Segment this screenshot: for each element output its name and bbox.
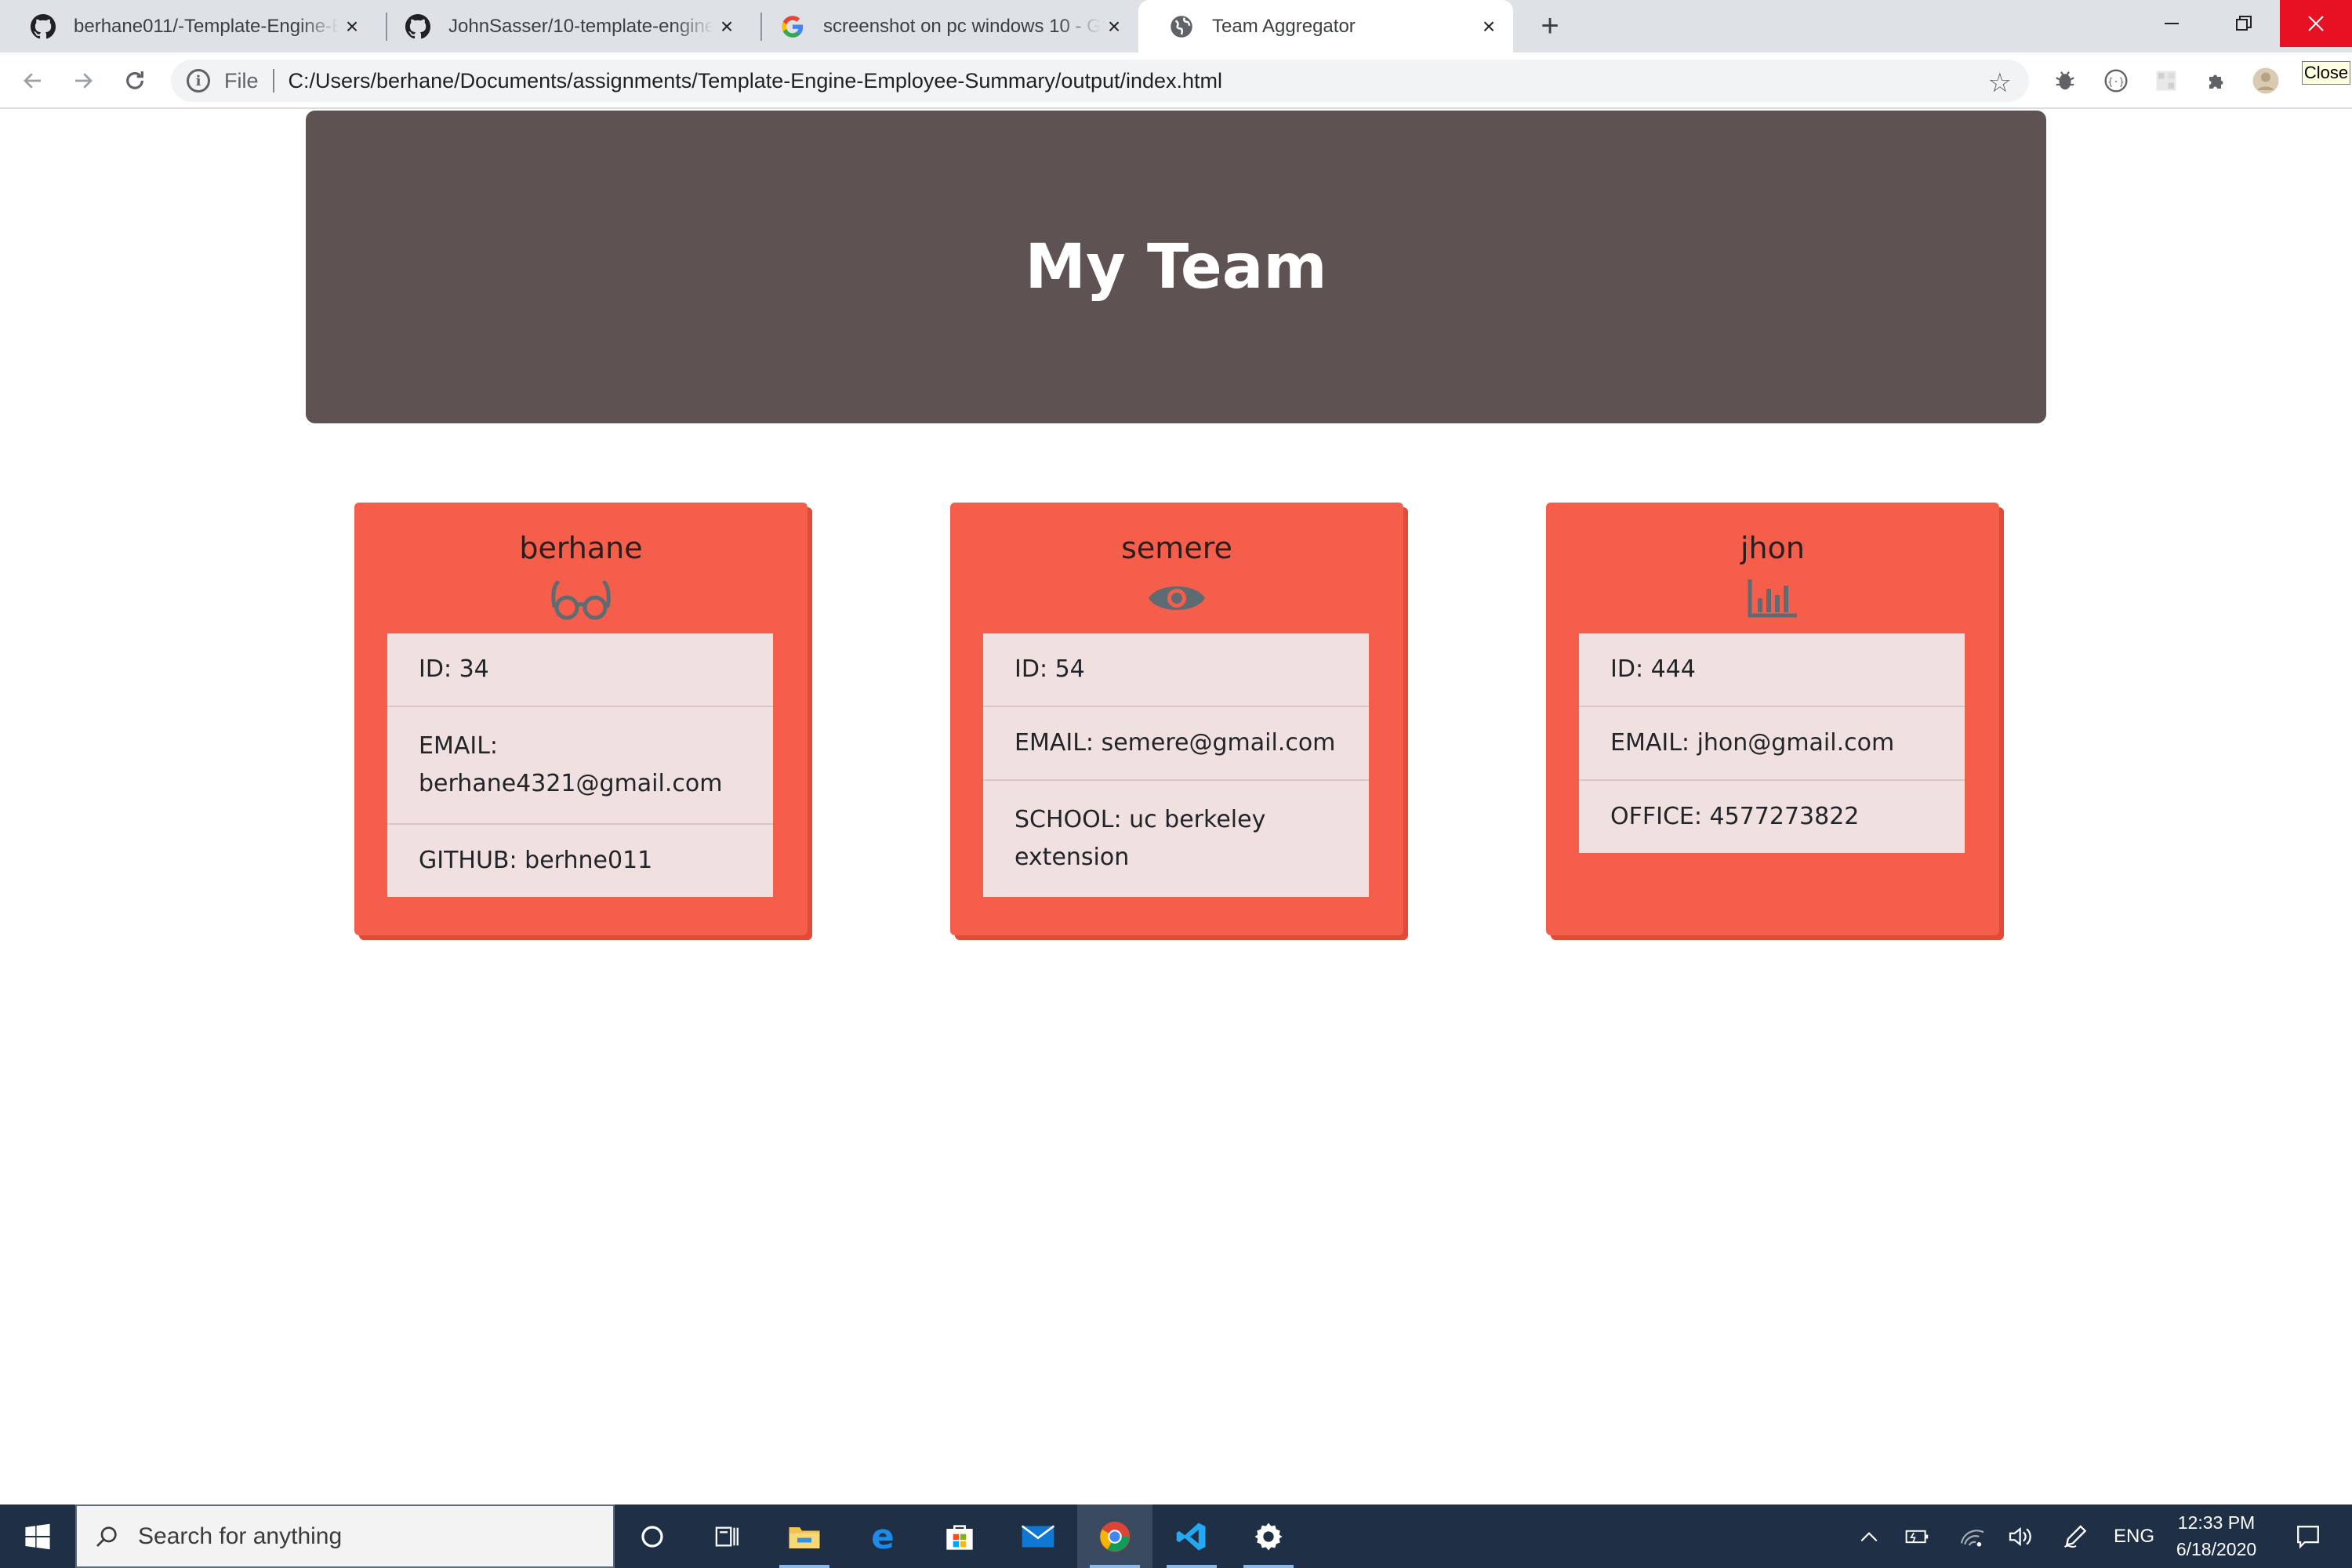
store-icon[interactable] — [922, 1504, 997, 1568]
close-tab-icon[interactable]: × — [713, 13, 740, 40]
tab-4[interactable]: Team Aggregator × — [1138, 0, 1513, 53]
extensions-puzzle-icon[interactable] — [2203, 67, 2231, 95]
tab-title: JohnSasser/10-template-engine — [448, 15, 713, 37]
id-row: ID: 54 — [983, 633, 1369, 707]
start-button[interactable] — [0, 1504, 75, 1568]
vscode-icon[interactable] — [1154, 1504, 1229, 1568]
code-extension-icon[interactable]: {·} — [2102, 67, 2130, 95]
restore-icon — [2236, 16, 2252, 31]
reload-icon — [126, 71, 143, 89]
office-row: OFFICE: 4577273822 — [1610, 803, 1860, 830]
page-title: My Team — [1025, 231, 1327, 303]
employee-card: berhane ID: 34 EMAIL: berhane4321@gmail.… — [354, 503, 808, 935]
search-placeholder: Search for anything — [138, 1523, 343, 1549]
back-button[interactable] — [16, 64, 50, 98]
minimize-icon — [2165, 23, 2179, 24]
glasses-icon — [550, 575, 612, 622]
file-explorer-icon[interactable] — [767, 1504, 842, 1568]
forward-arrow-icon — [75, 73, 93, 89]
scheme-label: File — [224, 68, 259, 93]
action-center-icon[interactable] — [2280, 1504, 2336, 1568]
email-row: EMAIL: berhane4321@gmail.com — [387, 707, 773, 825]
mail-icon[interactable] — [1000, 1504, 1076, 1568]
chevron-up-icon — [1860, 1531, 1878, 1541]
minimize-button[interactable] — [2136, 0, 2208, 47]
forward-button[interactable] — [66, 64, 100, 98]
bookmark-star-icon[interactable]: ☆ — [1988, 67, 2012, 99]
tab-title: berhane011/-Template-Engine-E — [74, 15, 339, 37]
header-banner: My Team — [306, 111, 2046, 423]
tab-2[interactable]: JohnSasser/10-template-engine × — [375, 0, 751, 53]
details-list: ID: 444 EMAIL: jhon@gmail.com OFFICE: 45… — [1579, 633, 1965, 853]
close-icon — [2308, 16, 2324, 31]
show-hidden-icons[interactable] — [1850, 1504, 1888, 1568]
github-icon — [405, 13, 431, 40]
id-row: ID: 34 — [387, 633, 773, 707]
email-row: EMAIL: jhon@gmail.com — [1579, 707, 1965, 781]
google-icon — [779, 13, 806, 40]
back-arrow-icon — [24, 73, 41, 89]
tab-1[interactable]: berhane011/-Template-Engine-E × — [0, 0, 376, 53]
browser-toolbar: i File C:/Users/berhane/Documents/assign… — [0, 53, 2352, 109]
volume-icon[interactable] — [2001, 1504, 2042, 1568]
site-info-icon[interactable]: i — [187, 69, 210, 93]
url-text[interactable]: C:/Users/berhane/Documents/assignments/T… — [289, 69, 1223, 93]
tab-title: screenshot on pc windows 10 - G — [823, 15, 1101, 37]
restore-button[interactable] — [2208, 0, 2280, 47]
clock[interactable]: 12:33 PM 6/18/2020 — [2158, 1509, 2275, 1563]
employee-name: jhon — [1740, 531, 1805, 565]
id-row: ID: 444 — [1579, 633, 1965, 707]
close-tab-icon[interactable]: × — [339, 13, 365, 40]
edge-icon[interactable]: e — [845, 1504, 920, 1568]
windows-logo-icon — [25, 1523, 50, 1549]
employee-card: jhon ID: 444 EMAIL: jhon@gmail.com OFFIC… — [1546, 503, 1999, 935]
github-icon — [30, 13, 56, 40]
windows-taskbar: Search for anything e ENG 12:33 PM 6/18/… — [0, 1504, 2352, 1568]
tooltip: Close — [2302, 61, 2350, 85]
wifi-icon[interactable] — [1952, 1504, 1993, 1568]
details-list: ID: 54 EMAIL: semere@gmail.com SCHOOL: u… — [983, 633, 1369, 897]
omnibox-divider — [272, 69, 274, 93]
github-row: GITHUB: berhne011 — [419, 847, 653, 874]
bug-extension-icon[interactable] — [2051, 67, 2079, 95]
globe-icon — [1168, 13, 1195, 40]
language-indicator[interactable]: ENG — [2106, 1504, 2162, 1568]
email-row: EMAIL: semere@gmail.com — [983, 707, 1369, 781]
profile-avatar[interactable] — [2252, 67, 2280, 95]
grid-extension-icon[interactable] — [2152, 67, 2180, 95]
tab-title: Team Aggregator — [1212, 15, 1356, 37]
window-close-button[interactable] — [2280, 0, 2352, 47]
close-tab-icon[interactable]: × — [1101, 13, 1127, 40]
employee-card: semere ID: 54 EMAIL: semere@gmail.com SC… — [950, 503, 1403, 935]
clock-date: 6/18/2020 — [2176, 1539, 2257, 1559]
taskbar-search[interactable]: Search for anything — [75, 1504, 615, 1568]
employee-name: semere — [1121, 531, 1232, 565]
chrome-icon[interactable] — [1077, 1504, 1152, 1568]
cortana-icon[interactable] — [615, 1504, 690, 1568]
battery-icon[interactable] — [1897, 1504, 1938, 1568]
search-icon — [96, 1526, 117, 1547]
employee-name: berhane — [519, 531, 643, 565]
svg-text:{·}: {·} — [2107, 76, 2125, 87]
details-list: ID: 34 EMAIL: berhane4321@gmail.com GITH… — [387, 633, 773, 897]
page-content: My Team berhane ID: 34 EMAIL: berhane432… — [0, 111, 2352, 1504]
pen-workspace-icon[interactable] — [2054, 1504, 2098, 1568]
svg-text:e: e — [871, 1521, 894, 1552]
bar-chart-icon — [1741, 575, 1804, 622]
new-tab-button[interactable]: + — [1533, 9, 1567, 44]
clock-time: 12:33 PM — [2177, 1512, 2256, 1533]
eye-icon — [1145, 575, 1208, 622]
address-bar[interactable]: i File C:/Users/berhane/Documents/assign… — [171, 60, 2029, 102]
task-view-icon[interactable] — [690, 1504, 765, 1568]
tab-3[interactable]: screenshot on pc windows 10 - G × — [750, 0, 1138, 53]
settings-icon[interactable] — [1231, 1504, 1306, 1568]
tab-strip: berhane011/-Template-Engine-E × JohnSass… — [0, 0, 2352, 53]
school-row: SCHOOL: uc berkeley extension — [1014, 806, 1266, 871]
reload-button[interactable] — [118, 64, 152, 98]
close-tab-icon[interactable]: × — [1475, 13, 1502, 40]
